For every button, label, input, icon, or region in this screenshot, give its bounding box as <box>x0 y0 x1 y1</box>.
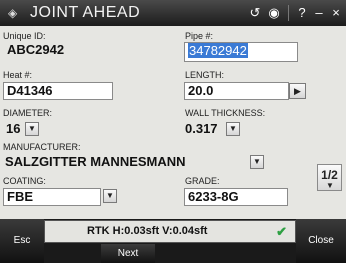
next-button[interactable]: Next <box>101 244 155 263</box>
chevron-down-icon: ▼ <box>229 124 237 133</box>
chevron-down-icon: ▼ <box>253 157 261 166</box>
title-bar: ◈ JOINT AHEAD ↺ ◉ ? – × <box>0 0 346 26</box>
unique-id-label: Unique ID: <box>3 31 46 41</box>
pipe-number-field[interactable]: 34782942 <box>184 42 298 62</box>
length-label: LENGTH: <box>185 70 225 80</box>
back-icon[interactable]: ↺ <box>247 4 263 22</box>
wall-thickness-dropdown-button[interactable]: ▼ <box>226 122 240 136</box>
close-button[interactable]: Close <box>296 219 346 263</box>
divider <box>288 5 289 21</box>
heat-number-field[interactable]: D41346 <box>3 82 113 100</box>
gps-icon[interactable]: ◉ <box>266 4 282 22</box>
minimize-button[interactable]: – <box>312 4 326 22</box>
page-down-icon: ▼ <box>326 181 334 190</box>
manufacturer-value: SALZGITTER MANNESMANN <box>5 154 186 169</box>
chevron-down-icon: ▼ <box>106 191 114 200</box>
diameter-dropdown-button[interactable]: ▼ <box>25 122 39 136</box>
manufacturer-dropdown-button[interactable]: ▼ <box>250 155 264 169</box>
grade-field[interactable]: 6233-8G <box>184 188 288 206</box>
close-window-button[interactable]: × <box>329 4 343 22</box>
heat-label: Heat #: <box>3 70 33 80</box>
wall-thickness-value: 0.317 <box>185 121 218 136</box>
app-logo-icon: ◈ <box>8 6 18 20</box>
length-arrow-button[interactable]: ▶ <box>289 83 306 99</box>
wall-thickness-label: WALL THICKNESS: <box>185 108 266 118</box>
coating-dropdown-button[interactable]: ▼ <box>103 189 117 203</box>
coating-field[interactable]: FBE <box>3 188 101 206</box>
window-title: JOINT AHEAD <box>30 4 141 21</box>
page-number: 1/2 <box>321 168 338 182</box>
pipe-label: Pipe #: <box>185 31 214 41</box>
pipe-number-value: 34782942 <box>188 43 248 58</box>
chevron-down-icon: ▼ <box>28 124 36 133</box>
rtk-status-text: RTK H:0.03sft V:0.04sft <box>87 225 208 237</box>
manufacturer-label: MANUFACTURER: <box>3 142 81 152</box>
diameter-label: DIAMETER: <box>3 108 53 118</box>
rtk-status-bar: RTK H:0.03sft V:0.04sft ✔ <box>44 220 296 243</box>
help-button[interactable]: ? <box>295 4 309 22</box>
coating-label: COATING: <box>3 176 46 186</box>
unique-id-value: ABC2942 <box>7 42 65 57</box>
check-icon: ✔ <box>276 224 287 239</box>
length-field[interactable]: 20.0 <box>184 82 289 100</box>
grade-label: GRADE: <box>185 176 220 186</box>
diameter-value: 16 <box>6 121 21 136</box>
esc-button[interactable]: Esc <box>0 219 44 263</box>
page-indicator-button[interactable]: 1/2 ▼ <box>317 164 342 191</box>
right-arrow-icon: ▶ <box>294 86 301 96</box>
